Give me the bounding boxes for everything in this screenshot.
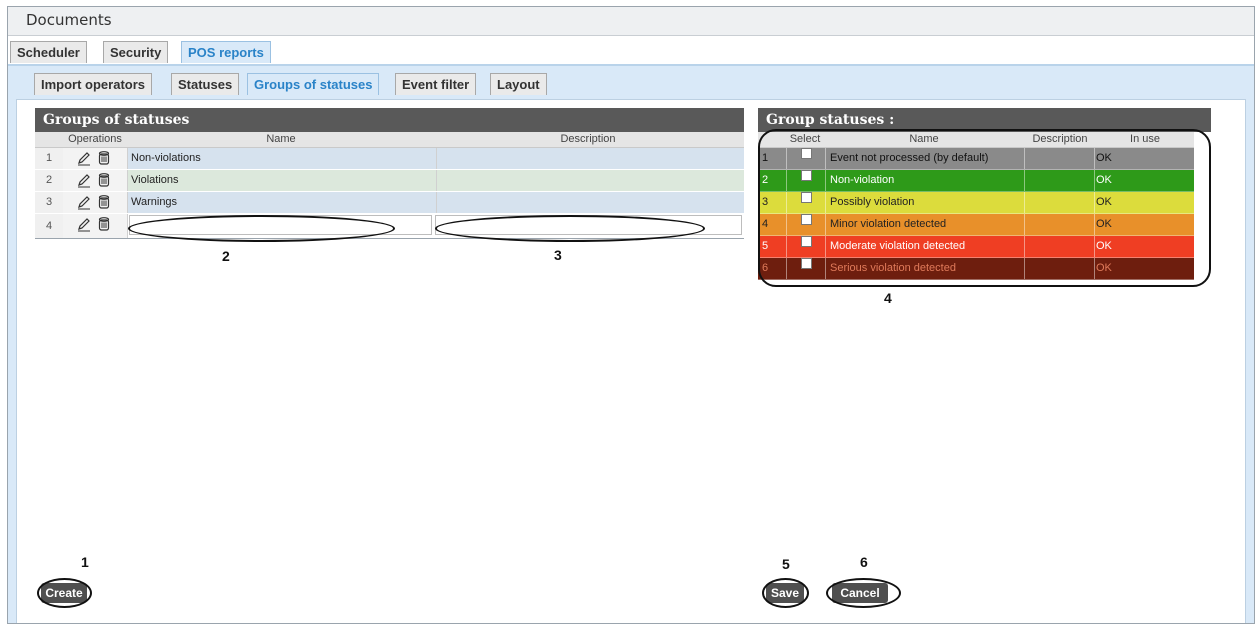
delete-icon[interactable]: [96, 150, 112, 166]
tab-pos-reports[interactable]: POS reports: [181, 41, 271, 63]
col-name: Name: [266, 133, 296, 145]
group-description: [434, 148, 742, 169]
row-number: 3: [35, 192, 64, 213]
tab-groups-of-statuses[interactable]: Groups of statuses: [247, 73, 380, 95]
tab-scheduler[interactable]: Scheduler: [10, 41, 87, 63]
row-operations: [63, 214, 128, 238]
edit-icon[interactable]: [76, 194, 92, 210]
edit-icon[interactable]: [76, 150, 92, 166]
group-name: Non-violations: [128, 148, 437, 169]
tab-event-filter[interactable]: Event filter: [395, 73, 477, 95]
callout-ellipse-6: [826, 578, 901, 608]
delete-icon[interactable]: [96, 216, 112, 232]
groups-panel-title: Groups of statuses: [35, 108, 744, 132]
callout-6: 6: [860, 554, 868, 570]
delete-icon[interactable]: [96, 194, 112, 210]
callout-5: 5: [782, 556, 790, 572]
row-operations: [63, 148, 128, 169]
group-row[interactable]: 3 Warnings: [35, 192, 744, 214]
callout-ellipse-4: [758, 129, 1211, 287]
group-name: Warnings: [128, 192, 437, 213]
callout-ellipse-2: [128, 215, 395, 242]
callout-1: 1: [81, 554, 89, 570]
row-operations: [63, 170, 128, 191]
window-titlebar: Documents: [8, 7, 1254, 36]
row-operations: [63, 192, 128, 213]
tab-layout[interactable]: Layout: [490, 73, 547, 95]
callout-4: 4: [884, 290, 892, 306]
callout-ellipse-5: [762, 578, 809, 608]
edit-icon[interactable]: [76, 172, 92, 188]
group-row[interactable]: 1 Non-violations: [35, 148, 744, 170]
documents-window: Documents Scheduler Security POS reports…: [7, 6, 1255, 624]
groups-column-header: Operations Name Description: [35, 132, 744, 148]
callout-ellipse-3: [435, 215, 705, 242]
callout-ellipse-1: [37, 578, 92, 608]
tab-import-operators[interactable]: Import operators: [34, 73, 153, 95]
col-description: Description: [560, 133, 616, 145]
col-operations: Operations: [68, 133, 122, 145]
group-description: [434, 170, 742, 191]
tab-security[interactable]: Security: [103, 41, 169, 63]
tab-statuses[interactable]: Statuses: [171, 73, 240, 95]
main-tabs: Scheduler Security POS reports: [8, 41, 1254, 66]
row-number: 2: [35, 170, 64, 191]
delete-icon[interactable]: [96, 172, 112, 188]
group-name: Violations: [128, 170, 437, 191]
row-number: 1: [35, 148, 64, 169]
group-row[interactable]: 2 Violations: [35, 170, 744, 192]
content-panel: Groups of statuses Operations Name Descr…: [16, 99, 1246, 623]
window-title: Documents: [26, 11, 112, 29]
pos-reports-area: Import operators Statuses Groups of stat…: [8, 66, 1254, 623]
edit-icon[interactable]: [76, 216, 92, 232]
callout-2: 2: [222, 248, 230, 264]
callout-3: 3: [554, 247, 562, 263]
row-number: 4: [35, 214, 64, 238]
group-description: [434, 192, 742, 213]
